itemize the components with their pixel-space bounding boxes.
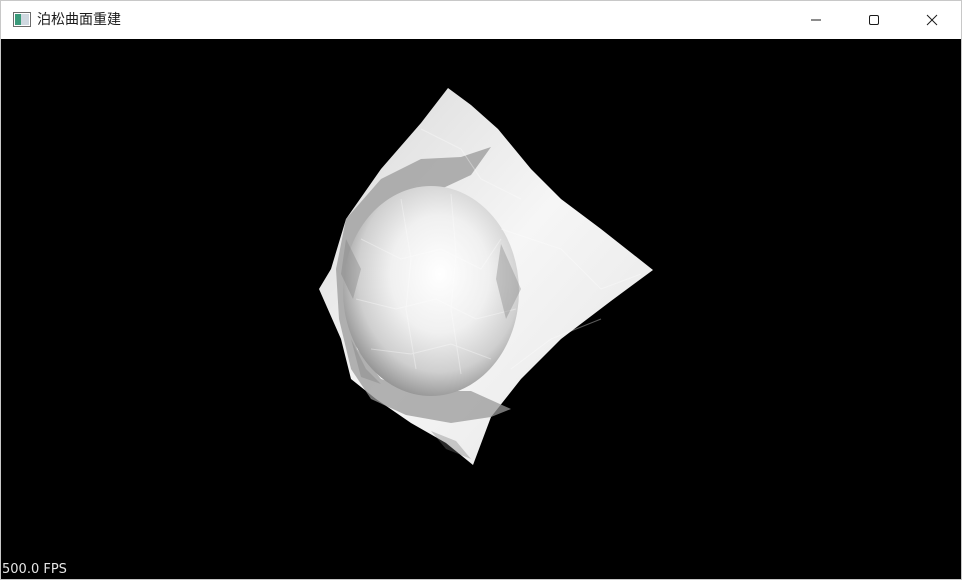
maximize-button[interactable] (845, 1, 903, 39)
close-icon (926, 14, 938, 26)
close-button[interactable] (903, 1, 961, 39)
surface-dome (343, 186, 519, 396)
minimize-icon (811, 19, 821, 21)
window-title: 泊松曲面重建 (37, 12, 121, 28)
opengl-app-icon (13, 12, 31, 27)
render-viewport[interactable]: 500.0 FPS (1, 39, 961, 579)
surface-mesh (319, 88, 653, 465)
fps-counter: 500.0 FPS (2, 562, 67, 577)
minimize-button[interactable] (787, 1, 845, 39)
maximize-icon (869, 15, 879, 25)
app-window: 泊松曲面重建 500.0 FPS (0, 0, 962, 580)
title-bar[interactable]: 泊松曲面重建 (1, 1, 961, 39)
